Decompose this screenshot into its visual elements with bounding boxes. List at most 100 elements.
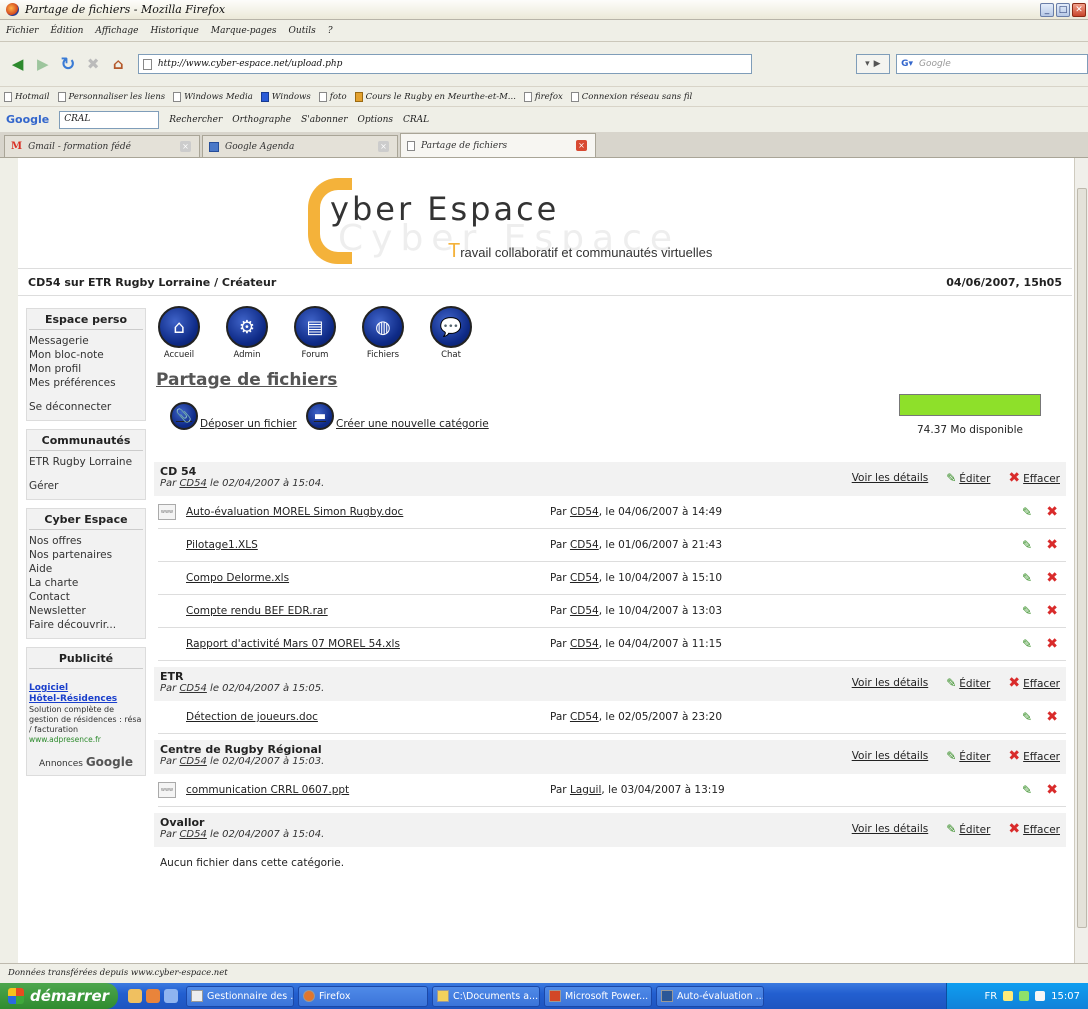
file-name-link[interactable]: Auto-évaluation MOREL Simon Rugby.doc: [186, 506, 403, 518]
edit-category-link[interactable]: ✎ Éditer: [946, 749, 990, 763]
cral-button[interactable]: CRAL: [403, 115, 429, 125]
file-name-link[interactable]: Compo Delorme.xls: [186, 572, 289, 584]
sidebar-item-messagerie[interactable]: Messagerie: [29, 334, 143, 348]
delete-category-link[interactable]: ✖ Effacer: [1008, 675, 1060, 691]
sidebar-item-newsletter[interactable]: Newsletter: [29, 604, 143, 618]
edit-category-link[interactable]: ✎ Éditer: [946, 676, 990, 690]
menu-outils[interactable]: Outils: [289, 26, 316, 36]
view-details-link[interactable]: Voir les détails: [852, 677, 929, 689]
ads-by-google[interactable]: Annonces Google: [29, 755, 143, 769]
file-name-link[interactable]: Pilotage1.XLS: [186, 539, 258, 551]
edit-file-pencil-icon[interactable]: ✎: [1022, 637, 1032, 651]
ad-title-line-2[interactable]: Hôtel-Résidences: [29, 694, 143, 705]
delete-category-link[interactable]: ✖ Effacer: [1008, 470, 1060, 486]
tray-icon[interactable]: [1019, 991, 1030, 1001]
home-icon[interactable]: ⌂: [109, 54, 128, 74]
new-category-button[interactable]: ▬ Créer une nouvelle catégorie: [306, 402, 489, 430]
file-author-link[interactable]: CD54: [570, 638, 599, 650]
file-author-link[interactable]: CD54: [570, 572, 599, 584]
category-author-link[interactable]: CD54: [179, 683, 206, 694]
edit-file-pencil-icon[interactable]: ✎: [1022, 505, 1032, 519]
view-details-link[interactable]: Voir les détails: [852, 823, 929, 835]
delete-category-link[interactable]: ✖ Effacer: [1008, 821, 1060, 837]
view-details-link[interactable]: Voir les détails: [852, 472, 929, 484]
reload-icon[interactable]: ↻: [58, 54, 77, 75]
quicklaunch-icon[interactable]: [128, 989, 142, 1003]
file-name-link[interactable]: Détection de joueurs.doc: [186, 711, 318, 723]
bookmark-item[interactable]: foto: [318, 91, 347, 102]
menu-historique[interactable]: Historique: [150, 26, 198, 36]
search-input[interactable]: G▾ Google: [896, 54, 1088, 74]
file-author-link[interactable]: CD54: [570, 711, 599, 723]
sidebar-item-profil[interactable]: Mon profil: [29, 362, 143, 376]
category-author-link[interactable]: CD54: [179, 829, 206, 840]
options-button[interactable]: Options: [358, 115, 393, 125]
bookmark-item[interactable]: Windows: [260, 91, 311, 102]
file-name-link[interactable]: Rapport d'activité Mars 07 MOREL 54.xls: [186, 638, 400, 650]
tab-gmail[interactable]: M Gmail - formation fédé ×: [4, 135, 200, 157]
sidebar-item-bloc-note[interactable]: Mon bloc-note: [29, 348, 143, 362]
bookmark-item[interactable]: firefox: [523, 91, 563, 102]
quicklaunch-icon[interactable]: [146, 989, 160, 1003]
edit-category-link[interactable]: ✎ Éditer: [946, 471, 990, 485]
sidebar-item-offres[interactable]: Nos offres: [29, 534, 143, 548]
sidebar-item-aide[interactable]: Aide: [29, 562, 143, 576]
start-button[interactable]: démarrer: [0, 983, 118, 1009]
edit-file-pencil-icon[interactable]: ✎: [1022, 783, 1032, 797]
close-window-button[interactable]: ✕: [1072, 3, 1086, 17]
tray-icon[interactable]: [1003, 991, 1014, 1001]
bookmark-item[interactable]: Hotmail: [4, 91, 50, 102]
menu-affichage[interactable]: Affichage: [95, 26, 138, 36]
google-logo[interactable]: Google: [6, 113, 49, 126]
forward-icon[interactable]: ▶: [33, 54, 52, 74]
taskbar-item-word[interactable]: Auto-évaluation ...: [656, 985, 764, 1007]
bookmark-item[interactable]: Connexion réseau sans fil: [570, 91, 692, 102]
delete-file-x-icon[interactable]: ✖: [1046, 709, 1058, 725]
subscribe-button[interactable]: S'abonner: [301, 115, 347, 125]
bookmark-item[interactable]: Cours le Rugby en Meurthe-et-M...: [354, 91, 516, 102]
nav-forum[interactable]: ▤ Forum: [292, 306, 338, 360]
sidebar-item-faire-decouvrir[interactable]: Faire découvrir...: [29, 618, 143, 632]
upload-file-button[interactable]: 📎 Déposer un fichier: [170, 402, 297, 430]
sidebar-item-logout[interactable]: Se déconnecter: [29, 400, 143, 414]
delete-file-x-icon[interactable]: ✖: [1046, 636, 1058, 652]
file-name-link[interactable]: communication CRRL 0607.ppt: [186, 784, 349, 796]
google-search-button[interactable]: Rechercher: [169, 115, 222, 125]
google-toolbar-input[interactable]: CRAL: [59, 110, 160, 129]
sidebar-item-charte[interactable]: La charte: [29, 576, 143, 590]
nav-admin[interactable]: ⚙ Admin: [224, 306, 270, 360]
delete-file-x-icon[interactable]: ✖: [1046, 782, 1058, 798]
edit-file-pencil-icon[interactable]: ✎: [1022, 571, 1032, 585]
stop-icon[interactable]: ✖: [84, 54, 103, 74]
tray-icon[interactable]: [1035, 991, 1046, 1001]
tab-google-agenda[interactable]: Google Agenda ×: [202, 135, 398, 157]
category-author-link[interactable]: CD54: [179, 478, 206, 489]
menu-fichier[interactable]: Fichier: [6, 26, 38, 36]
menu-help[interactable]: ?: [328, 26, 333, 36]
url-go-button[interactable]: ▾ ▶: [855, 54, 891, 74]
file-author-link[interactable]: CD54: [570, 539, 599, 551]
sidebar-item-preferences[interactable]: Mes préférences: [29, 376, 143, 390]
language-indicator[interactable]: FR: [984, 991, 997, 1002]
taskbar-item-firefox[interactable]: Firefox: [298, 985, 428, 1007]
delete-file-x-icon[interactable]: ✖: [1046, 537, 1058, 553]
url-bar[interactable]: http://www.cyber-espace.net/upload.php: [137, 54, 752, 74]
bookmark-item[interactable]: Windows Media: [173, 91, 253, 102]
delete-file-x-icon[interactable]: ✖: [1046, 570, 1058, 586]
bookmark-item[interactable]: Personnaliser les liens: [57, 91, 165, 102]
edit-file-pencil-icon[interactable]: ✎: [1022, 604, 1032, 618]
scrollbar-thumb[interactable]: [1077, 188, 1087, 928]
close-tab-icon[interactable]: ×: [576, 140, 587, 151]
view-details-link[interactable]: Voir les détails: [852, 750, 929, 762]
sidebar-item-partenaires[interactable]: Nos partenaires: [29, 548, 143, 562]
page-scrollbar[interactable]: [1074, 158, 1088, 963]
file-name-link[interactable]: Compte rendu BEF EDR.rar: [186, 605, 328, 617]
tab-partage-de-fichiers[interactable]: Partage de fichiers ×: [400, 133, 596, 157]
file-author-link[interactable]: Laguil: [570, 784, 601, 796]
sidebar-item-contact[interactable]: Contact: [29, 590, 143, 604]
maximize-button[interactable]: □: [1056, 3, 1070, 17]
site-logo[interactable]: Cyber Espace yber Espace Travail collabo…: [308, 178, 828, 268]
nav-chat[interactable]: 💬 Chat: [428, 306, 474, 360]
quicklaunch-icon[interactable]: [164, 989, 178, 1003]
edit-file-pencil-icon[interactable]: ✎: [1022, 538, 1032, 552]
